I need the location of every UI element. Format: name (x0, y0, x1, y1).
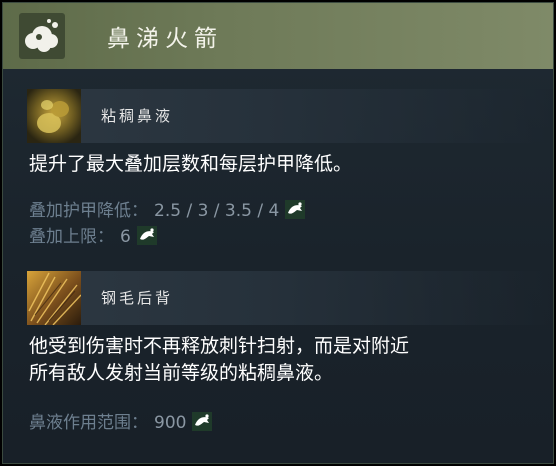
bristleback-thumbnail (27, 271, 81, 325)
ability-tooltip: 鼻涕火箭 粘稠鼻液 提升了最大叠加层数和每层护甲降低。 叠加护甲降低： 2.5 /… (2, 2, 554, 464)
description-line: 所有敌人发射当前等级的粘稠鼻液。 (29, 362, 334, 384)
stat-label: 鼻液作用范围： (29, 413, 148, 433)
description-line: 他受到伤害时不再释放刺针扫射，而是对附近 (29, 335, 410, 357)
aghanim-scepter-icon (192, 412, 213, 431)
upgrade-section-header: 钢毛后背 (27, 271, 553, 325)
stat-label: 叠加护甲降低： (29, 201, 148, 221)
stat-line: 叠加上限： 6 (29, 225, 157, 249)
stat-line: 叠加护甲降低： 2.5 / 3 / 3.5 / 4 (29, 199, 306, 223)
stat-value: 2.5 / 3 / 3.5 / 4 (154, 201, 280, 221)
section-description: 提升了最大叠加层数和每层护甲降低。 (29, 153, 353, 175)
upgrade-section-header: 粘稠鼻液 (27, 89, 553, 143)
aghanim-scepter-icon (285, 200, 306, 219)
tooltip-header: 鼻涕火箭 (3, 3, 553, 69)
section-description: 他受到伤害时不再释放刺针扫射，而是对附近 所有敌人发射当前等级的粘稠鼻液。 (29, 333, 409, 387)
stat-value: 6 (120, 227, 131, 247)
stat-label: 叠加上限： (29, 227, 114, 247)
ability-title: 鼻涕火箭 (107, 26, 223, 52)
stat-value: 900 (154, 413, 187, 433)
sticky-snot-thumbnail (27, 89, 81, 143)
section-title: 粘稠鼻液 (101, 107, 174, 125)
snot-cloud-icon (19, 13, 65, 59)
stat-line: 鼻液作用范围： 900 (29, 411, 213, 435)
aghanim-scepter-icon (136, 226, 157, 245)
section-title: 钢毛后背 (101, 289, 174, 307)
